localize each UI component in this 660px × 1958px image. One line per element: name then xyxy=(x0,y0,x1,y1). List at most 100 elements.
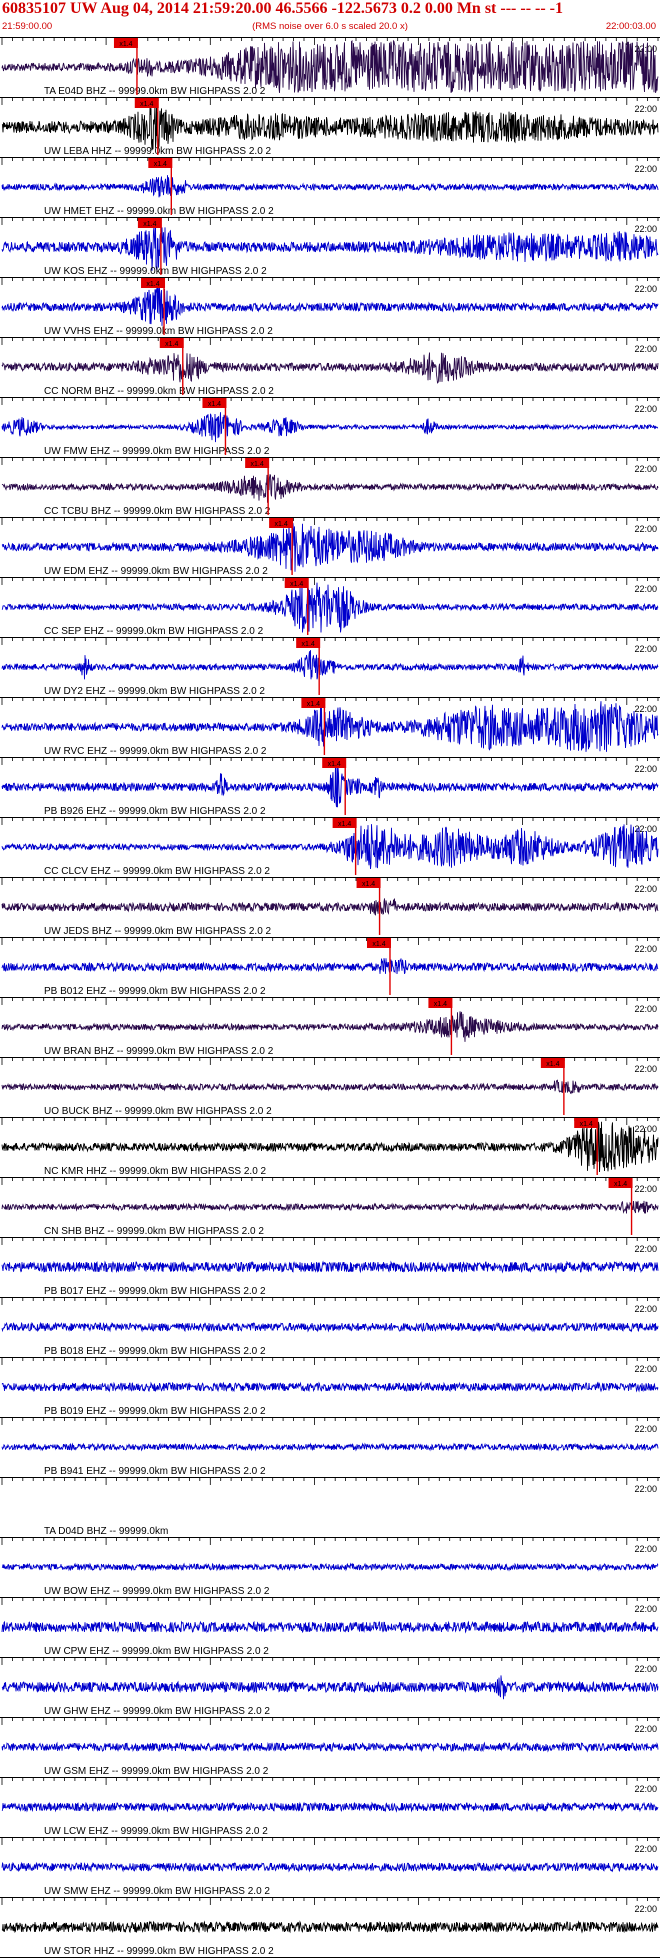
station-label: PB B019 EHZ -- 99999.0km BW HIGHPASS 2.0… xyxy=(44,1406,266,1417)
panel-time-label: 22:00 xyxy=(634,164,657,174)
station-label: PB B926 EHZ -- 99999.0km BW HIGHPASS 2.0… xyxy=(44,806,266,817)
panel-time-label: 22:00 xyxy=(634,1184,657,1194)
waveform-trace xyxy=(1,582,659,633)
station-label: UW VVHS EHZ -- 99999.0km BW HIGHPASS 2.0… xyxy=(44,326,273,337)
station-label: TA E04D BHZ -- 99999.0km BW HIGHPASS 2.0… xyxy=(44,86,266,97)
station-label: UW GSM EHZ -- 99999.0km BW HIGHPASS 2.0 … xyxy=(44,1766,269,1777)
time-ticks xyxy=(1,1178,659,1185)
station-label: PB B018 EHZ -- 99999.0km BW HIGHPASS 2.0… xyxy=(44,1346,266,1357)
pick-flag-label: x1.4 xyxy=(154,161,167,168)
time-ticks xyxy=(1,578,659,585)
seismogram-plot: 22:00 TA E04D BHZ -- 99999.0km BW HIGHPAS… xyxy=(0,37,660,1958)
waveform-trace xyxy=(1,1801,659,1813)
time-ticks xyxy=(1,1238,659,1245)
pick-flag-label: x1.4 xyxy=(546,1061,559,1068)
station-label: PB B941 EHZ -- 99999.0km BW HIGHPASS 2.0… xyxy=(44,1466,266,1477)
waveform-trace xyxy=(1,1620,659,1634)
station-label: UW JEDS BHZ -- 99999.0km BW HIGHPASS 2.0… xyxy=(44,926,272,937)
panel-time-label: 22:00 xyxy=(634,644,657,654)
time-ticks xyxy=(1,458,659,465)
end-time: 22:00:03.00 xyxy=(605,21,656,32)
waveform-trace xyxy=(1,175,659,198)
pick-flag-label: x1.4 xyxy=(274,521,287,528)
waveform-trace xyxy=(1,958,659,975)
waveform-trace xyxy=(1,824,659,870)
pick-flag-label: x1.4 xyxy=(165,341,178,348)
time-ticks xyxy=(1,818,659,825)
station-label: UW STOR HHZ -- 99999.0km BW HIGHPASS 2.0… xyxy=(44,1946,274,1957)
station-label: UW SMW EHZ -- 99999.0km BW HIGHPASS 2.0 … xyxy=(44,1886,270,1897)
waveform-trace xyxy=(1,701,659,752)
time-ticks xyxy=(1,1598,659,1605)
station-label: UO BUCK BHZ -- 99999.0km BW HIGHPASS 2.0… xyxy=(44,1106,272,1117)
panel-time-label: 22:00 xyxy=(634,1604,657,1614)
station-label: UW RVC EHZ -- 99999.0km BW HIGHPASS 2.0 … xyxy=(44,746,267,757)
waveform-trace xyxy=(1,1675,659,1700)
pick-flag-label: x1.4 xyxy=(302,641,315,648)
event-title: 60835107 UW Aug 04, 2014 21:59:20.00 46.… xyxy=(2,0,563,17)
pick-flag-label: x1.4 xyxy=(328,761,341,768)
panel-time-label: 22:00 xyxy=(634,1904,657,1914)
pick-flag-label: x1.4 xyxy=(119,41,132,48)
station-label: UW CPW EHZ -- 99999.0km BW HIGHPASS 2.0 … xyxy=(44,1646,269,1657)
station-label: UW BRAN BHZ -- 99999.0km BW HIGHPASS 2.0… xyxy=(44,1046,274,1057)
pick-flag-label: x1.4 xyxy=(614,1181,627,1188)
waveform-trace xyxy=(1,1920,659,1934)
time-ticks xyxy=(1,518,659,525)
panel-time-label: 22:00 xyxy=(634,1304,657,1314)
pick-flag-label: x1.4 xyxy=(307,701,320,708)
time-ticks xyxy=(1,1358,659,1365)
panel-time-label: 22:00 xyxy=(634,104,657,114)
station-label: CC CLCV EHZ -- 99999.0km BW HIGHPASS 2.0… xyxy=(44,866,270,877)
time-ticks xyxy=(1,878,659,885)
pick-flag-label: x1.4 xyxy=(146,281,159,288)
waveform-trace xyxy=(1,1442,659,1452)
time-ticks xyxy=(1,698,659,705)
waveform-trace xyxy=(1,1321,659,1333)
panel-time-label: 22:00 xyxy=(634,1364,657,1374)
panel-time-label: 22:00 xyxy=(634,344,657,354)
station-label: UW EDM EHZ -- 99999.0km BW HIGHPASS 2.0 … xyxy=(44,566,268,577)
waveform-trace xyxy=(1,1200,659,1214)
waveform-trace xyxy=(1,650,659,680)
station-label: UW HMET EHZ -- 99999.0km BW HIGHPASS 2.0… xyxy=(44,206,274,217)
panel-time-label: 22:00 xyxy=(634,1424,657,1434)
station-label: CN SHB BHZ -- 99999.0km BW HIGHPASS 2.0 … xyxy=(44,1226,264,1237)
pick-flag-label: x1.4 xyxy=(372,941,385,948)
rms-note: (RMS noise over 6.0 s scaled 20.0 x) xyxy=(252,21,408,32)
panel-time-label: 22:00 xyxy=(634,764,657,774)
panel-time-label: 22:00 xyxy=(634,284,657,294)
panel-time-label: 22:00 xyxy=(634,1724,657,1734)
waveform-trace xyxy=(1,1381,659,1393)
panel-time-label: 22:00 xyxy=(634,464,657,474)
pick-flag-label: x1.4 xyxy=(140,101,153,108)
panel-time-label: 22:00 xyxy=(634,524,657,534)
panel-time-label: 22:00 xyxy=(634,704,657,714)
station-label: UW BOW EHZ -- 99999.0km BW HIGHPASS 2.0 … xyxy=(44,1586,270,1597)
waveform-trace xyxy=(1,474,659,503)
pick-flag-label: x1.4 xyxy=(143,221,156,228)
station-label: CC NORM BHZ -- 99999.0km BW HIGHPASS 2.0… xyxy=(44,386,274,397)
waveform-trace xyxy=(1,285,659,326)
waveform-trace xyxy=(1,352,659,384)
station-label: PB B012 EHZ -- 99999.0km BW HIGHPASS 2.0… xyxy=(44,986,266,997)
waveform-trace xyxy=(1,104,659,151)
time-ticks xyxy=(1,1778,659,1785)
panel-time-label: 22:00 xyxy=(634,584,657,594)
panel-time-label: 22:00 xyxy=(634,824,657,834)
time-ticks xyxy=(1,1898,659,1905)
panel-time-label: 22:00 xyxy=(634,1784,657,1794)
pick-flag-label: x1.4 xyxy=(338,821,351,828)
panel-time-label: 22:00 xyxy=(634,944,657,954)
waveform-trace xyxy=(1,412,659,443)
panel-time-label: 22:00 xyxy=(634,1124,657,1134)
station-label: CC SEP EHZ -- 99999.0km BW HIGHPASS 2.0 … xyxy=(44,626,264,637)
time-ticks xyxy=(1,1658,659,1665)
panel-time-label: 22:00 xyxy=(634,224,657,234)
pick-flag-label: x1.4 xyxy=(434,1001,447,1008)
panel-time-label: 22:00 xyxy=(634,1244,657,1254)
time-ticks xyxy=(1,98,659,105)
time-ticks xyxy=(1,1478,659,1485)
pick-flag-label: x1.4 xyxy=(208,401,221,408)
waveform-trace xyxy=(1,224,659,271)
